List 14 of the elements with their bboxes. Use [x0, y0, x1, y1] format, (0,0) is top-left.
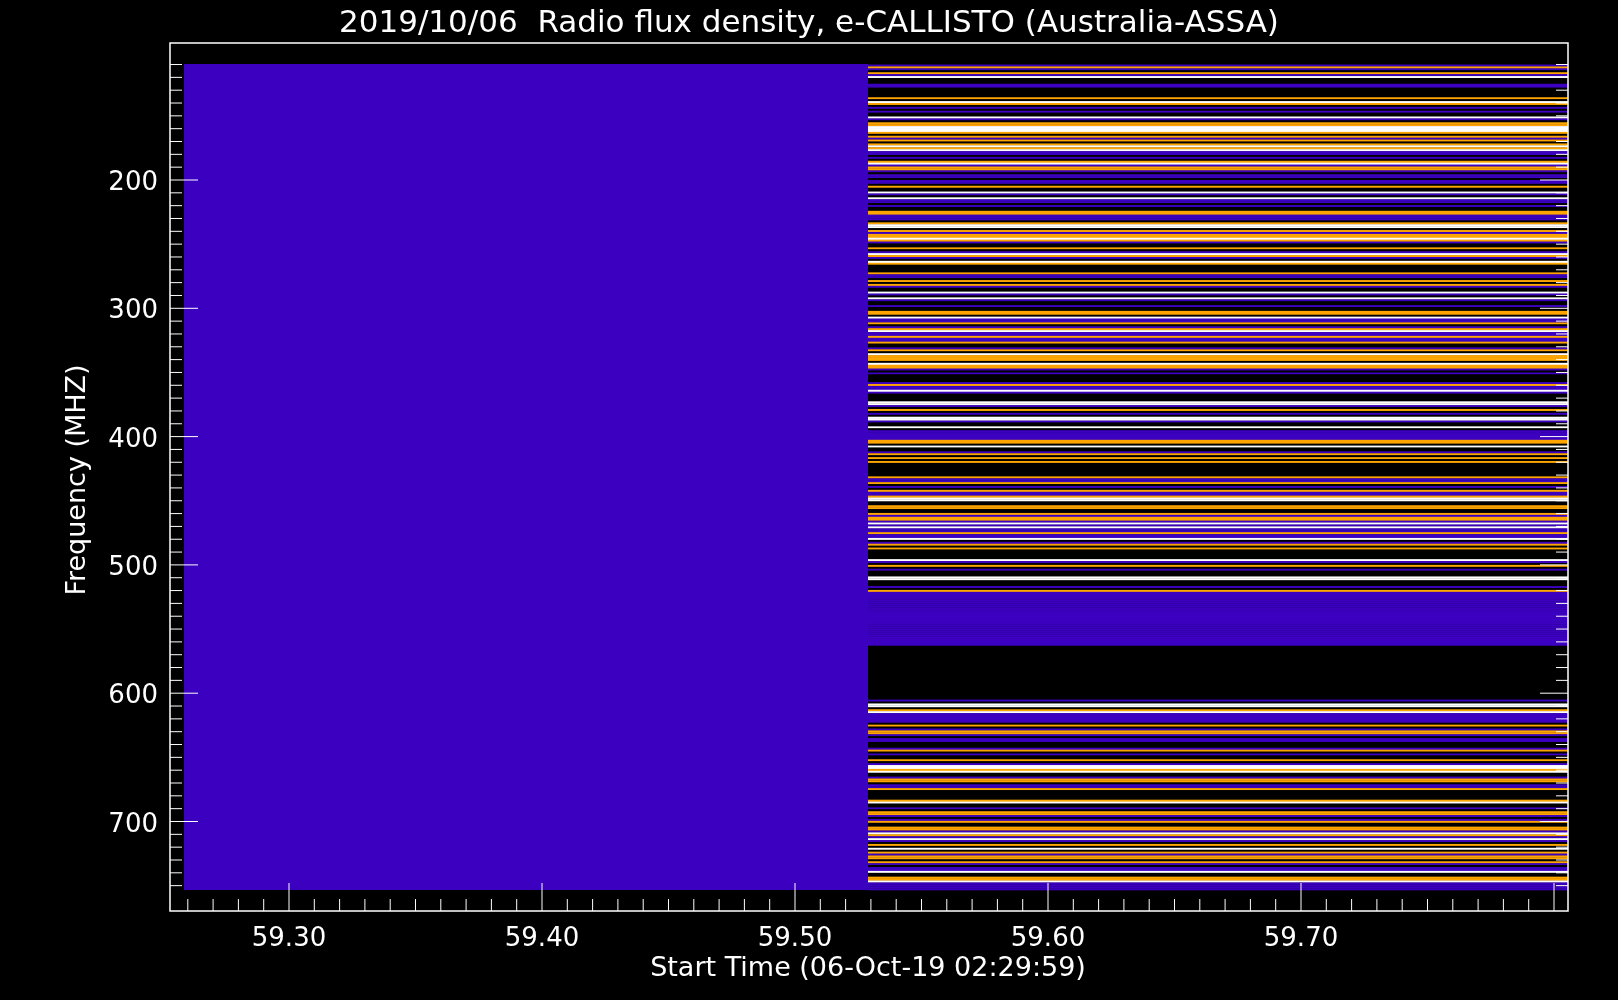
y-tick-label: 500: [108, 550, 158, 581]
y-tick-label: 400: [108, 422, 158, 453]
plot-title: 2019/10/06 Radio flux density, e-CALLISTO (Australia-ASSA): [339, 3, 1279, 39]
y-tick-label: 700: [108, 807, 158, 838]
x-tick-label: 59.60: [1010, 922, 1086, 952]
x-tick-label: 59.40: [504, 922, 580, 952]
y-tick-label: 200: [108, 166, 158, 196]
x-axis-label: Start Time (06-Oct-19 02:29:59): [650, 951, 1086, 982]
y-tick-label: 600: [108, 679, 158, 710]
x-tick-label: 59.70: [1263, 922, 1339, 952]
y-axis-label: Frequency (MHZ): [60, 364, 91, 596]
x-tick-label: 59.50: [757, 922, 833, 952]
x-tick-label: 59.30: [251, 922, 327, 952]
y-tick-label: 300: [108, 294, 158, 325]
